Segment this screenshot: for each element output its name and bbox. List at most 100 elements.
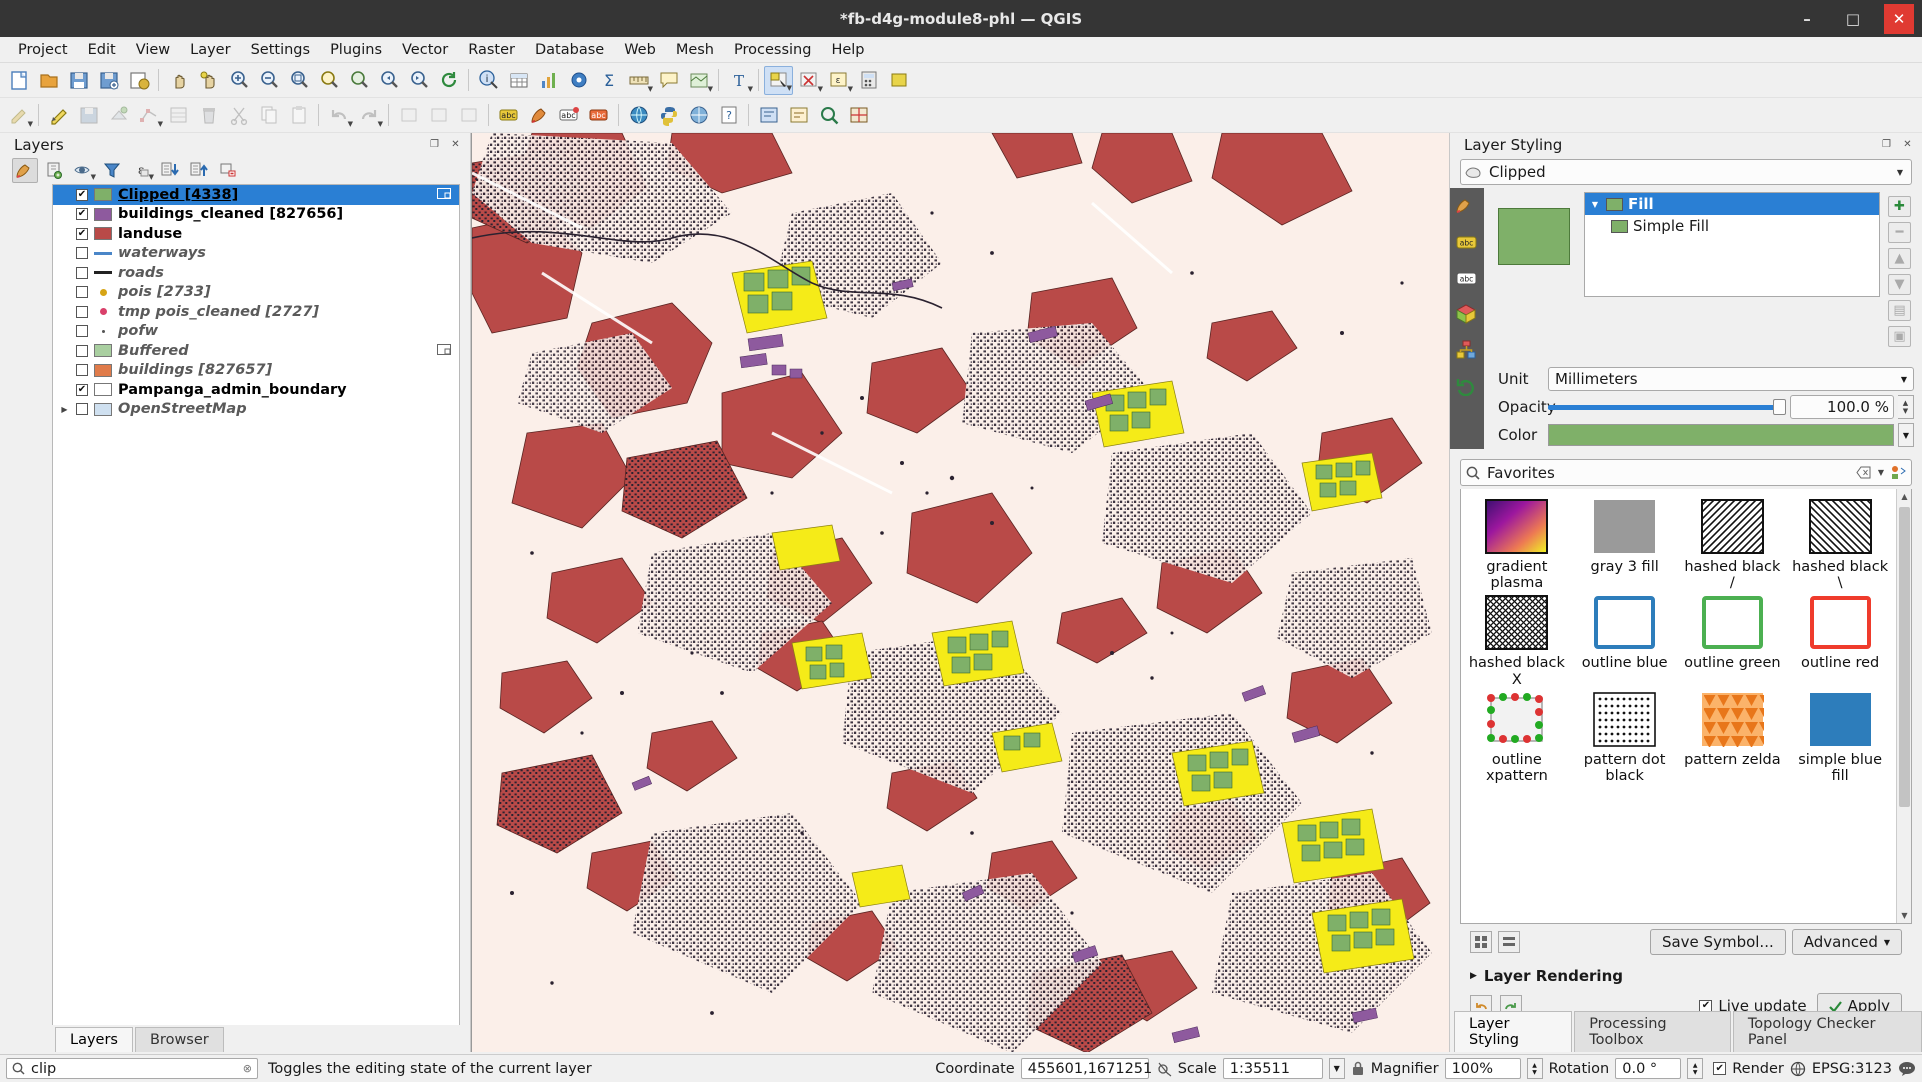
menu-project[interactable]: Project — [8, 39, 78, 61]
symbol-cell-8[interactable]: outline xpattern — [1465, 692, 1569, 784]
layer-expand-icon[interactable]: ▶ — [59, 405, 70, 414]
new-map-view-icon[interactable]: ▼ — [684, 66, 713, 95]
menu-layer[interactable]: Layer — [180, 39, 240, 61]
coordinate-field[interactable]: 455601,1671251 — [1020, 1058, 1152, 1079]
menu-settings[interactable]: Settings — [241, 39, 320, 61]
layer-row-1[interactable]: buildings_cleaned [827656] — [53, 205, 459, 225]
sum-field-icon[interactable]: Σ — [594, 66, 623, 95]
menu-mesh[interactable]: Mesh — [666, 39, 724, 61]
render-check[interactable] — [1713, 1062, 1727, 1075]
current-edits-icon[interactable]: ▼ — [4, 101, 33, 130]
symbol-cell-4[interactable]: hashed black X — [1465, 595, 1569, 688]
open-project-icon[interactable] — [34, 66, 63, 95]
advanced-button[interactable]: Advanced ▼ — [1791, 929, 1902, 955]
save-layer-edits-icon[interactable] — [74, 101, 103, 130]
layer-row-7[interactable]: pofw — [53, 322, 459, 342]
opacity-slider[interactable] — [1548, 395, 1786, 419]
remove-layer-icon[interactable] — [215, 158, 241, 183]
color-swatch-button[interactable] — [1548, 424, 1894, 446]
layer-row-3[interactable]: waterways — [53, 244, 459, 264]
zoom-out-icon[interactable] — [254, 66, 283, 95]
symbol-cell-7[interactable]: outline red — [1788, 595, 1892, 687]
new-project-icon[interactable] — [4, 66, 33, 95]
scale-dropdown-icon[interactable]: ▼ — [1328, 1058, 1345, 1079]
paste-symbol-layer-icon[interactable]: ▣ — [1888, 326, 1911, 347]
open-field-calculator-icon[interactable] — [854, 66, 883, 95]
magnifier-stepper[interactable]: ▲ ▼ — [1526, 1058, 1543, 1079]
save-symbol-button[interactable]: Save Symbol... — [1649, 929, 1786, 955]
layer-visibility-checkbox[interactable] — [76, 266, 88, 279]
measure-line-icon[interactable]: ▼ — [624, 66, 653, 95]
grid-view-icon[interactable] — [1470, 931, 1492, 953]
menu-vector[interactable]: Vector — [392, 39, 458, 61]
georeferencer-icon[interactable] — [844, 101, 873, 130]
expand-arrow-icon[interactable]: ▼ — [1589, 200, 1601, 209]
lock-icon[interactable] — [1351, 1060, 1365, 1077]
add-feature-icon[interactable] — [104, 101, 133, 130]
diagrams-tab-icon[interactable] — [1454, 339, 1480, 361]
filter-legend-icon[interactable] — [99, 158, 125, 183]
menu-processing[interactable]: Processing — [724, 39, 821, 61]
expand-all-icon[interactable] — [157, 158, 183, 183]
3d-view-tab-icon[interactable] — [1454, 303, 1480, 325]
layer-selector[interactable]: Clipped ▼ — [1460, 159, 1912, 185]
pan-map-icon[interactable] — [164, 66, 193, 95]
symbology-tab-icon[interactable] — [1454, 195, 1480, 217]
project-properties-icon[interactable] — [124, 66, 153, 95]
symbol-cell-2[interactable]: hashed black / — [1681, 499, 1785, 591]
zoom-to-layer-icon[interactable] — [344, 66, 373, 95]
layer-visibility-checkbox[interactable] — [76, 383, 88, 396]
plugin-search-icon[interactable] — [814, 101, 843, 130]
symbol-cell-5[interactable]: outline blue — [1573, 595, 1677, 687]
paste-edit-icon[interactable] — [454, 101, 483, 130]
symbol-cell-3[interactable]: hashed black \ — [1788, 499, 1892, 591]
layer-row-10[interactable]: Pampanga_admin_boundary — [53, 380, 459, 400]
duplicate-symbol-layer-icon[interactable]: ▲ — [1888, 248, 1911, 269]
tab-topology-checker[interactable]: Topology Checker Panel — [1732, 1011, 1922, 1052]
add-symbol-layer-icon[interactable]: ✚ — [1888, 196, 1911, 217]
deselect-features-icon[interactable]: ▼ — [794, 66, 823, 95]
symbol-tree-row-simple-fill[interactable]: Simple Fill — [1585, 215, 1879, 237]
opacity-knob[interactable] — [1773, 399, 1786, 415]
zoom-last-icon[interactable] — [374, 66, 403, 95]
identify-features-icon[interactable]: i — [474, 66, 503, 95]
menu-edit[interactable]: Edit — [78, 39, 126, 61]
clear-search-icon[interactable] — [1856, 466, 1871, 479]
menu-web[interactable]: Web — [614, 39, 666, 61]
copy-features-icon[interactable] — [254, 101, 283, 130]
layer-visibility-checkbox[interactable] — [76, 208, 88, 221]
layer-row-6[interactable]: tmp pois_cleaned [2727] — [53, 302, 459, 322]
layer-visibility-checkbox[interactable] — [76, 286, 88, 299]
tab-layer-styling[interactable]: Layer Styling — [1454, 1011, 1573, 1052]
delete-selected-icon[interactable] — [194, 101, 223, 130]
add-group-icon[interactable] — [41, 158, 67, 183]
refresh-icon[interactable] — [434, 66, 463, 95]
pan-to-selection-icon[interactable] — [194, 66, 223, 95]
menu-database[interactable]: Database — [525, 39, 614, 61]
collapse-all-icon[interactable] — [186, 158, 212, 183]
modify-attributes-icon[interactable] — [164, 101, 193, 130]
menu-view[interactable]: View — [126, 39, 180, 61]
symbol-cell-11[interactable]: simple blue fill — [1788, 692, 1892, 784]
style-manager-icon[interactable] — [524, 101, 553, 130]
menu-plugins[interactable]: Plugins — [320, 39, 392, 61]
layer-row-11[interactable]: ▶ OpenStreetMap — [53, 400, 459, 420]
redo-icon[interactable]: ▼ — [354, 101, 383, 130]
style-manager-icon[interactable] — [1891, 465, 1906, 480]
layer-row-5[interactable]: pois [2733] — [53, 283, 459, 303]
symbol-cell-10[interactable]: pattern zelda — [1681, 692, 1785, 784]
move-symbol-layer-down-icon[interactable]: ▼ — [1888, 274, 1911, 295]
locator-search[interactable]: clip ⊗ — [6, 1058, 258, 1079]
python-console-icon[interactable] — [654, 101, 683, 130]
undock-panel-icon[interactable]: ❐ — [428, 138, 441, 151]
web-browser-icon[interactable] — [684, 101, 713, 130]
layer-rendering-expand-icon[interactable]: ▶ — [1470, 971, 1477, 981]
masks-tab-icon[interactable]: abc — [1454, 267, 1480, 289]
open-attribute-table-icon[interactable] — [504, 66, 533, 95]
rotation-field[interactable]: 0.0 ° — [1615, 1058, 1682, 1079]
scale-field[interactable]: 1:35511 — [1222, 1058, 1323, 1079]
manage-layer-visibility-icon[interactable]: ▼ — [70, 158, 96, 183]
globe-plugin-icon[interactable] — [624, 101, 653, 130]
save-project-as-icon[interactable] — [94, 66, 123, 95]
close-panel-icon[interactable]: ✕ — [449, 138, 462, 151]
